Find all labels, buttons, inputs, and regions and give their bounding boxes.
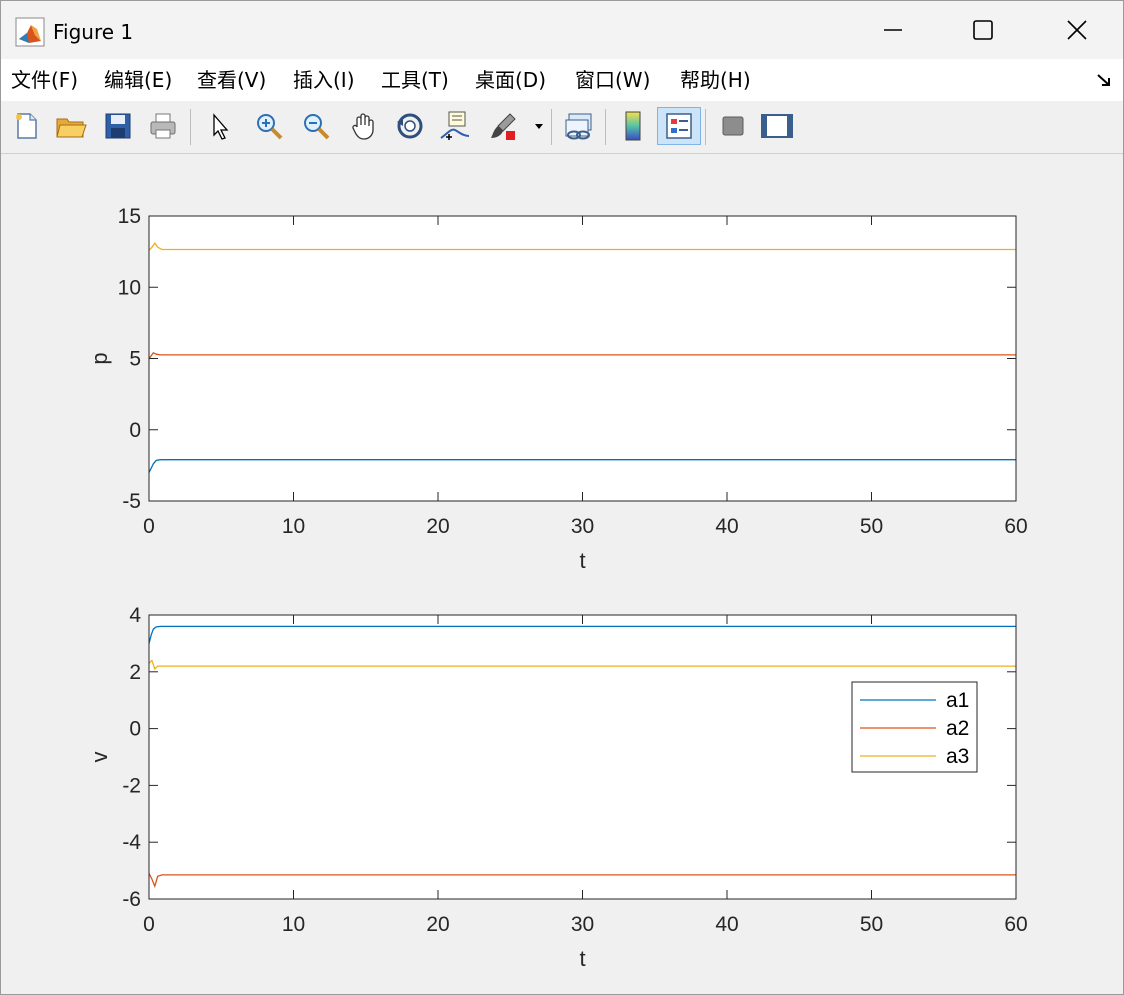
link-plot-icon xyxy=(565,113,592,140)
pan-hand-icon xyxy=(352,113,374,140)
colorbar-button[interactable] xyxy=(615,107,651,145)
show-plot-tools-icon xyxy=(761,114,793,138)
subplot-1-xtick-label: 0 xyxy=(143,515,155,538)
select-pointer-button[interactable] xyxy=(201,107,237,145)
subplot-2-xtick-label: 10 xyxy=(282,913,305,936)
menu-window[interactable]: 窗口(W) xyxy=(573,67,652,93)
dock-arrow-icon[interactable] xyxy=(1095,71,1113,89)
open-file-button[interactable] xyxy=(53,107,89,145)
close-icon xyxy=(1067,20,1087,40)
maximize-icon xyxy=(973,20,993,40)
data-cursor-button[interactable] xyxy=(437,107,473,145)
brush-button[interactable] xyxy=(485,107,521,145)
subplot-2-xtick-label: 50 xyxy=(860,913,883,936)
colorbar-icon xyxy=(625,111,641,141)
brush-icon xyxy=(491,113,516,140)
menu-file[interactable]: 文件(F) xyxy=(9,67,80,93)
chevron-down-icon xyxy=(535,124,543,129)
subplot-2-xtick-label: 30 xyxy=(571,913,594,936)
show-plot-tools-button[interactable] xyxy=(759,107,795,145)
title-bar[interactable]: Figure 1 xyxy=(1,1,1123,59)
figure-toolbar xyxy=(1,101,1123,154)
subplot-1-xtick-label: 30 xyxy=(571,515,594,538)
figure-canvas: 0 10 20 30 40 50 60 -5 0 5 10 15 t p 0 10 20 30 40 50 60 -6 -4… xyxy=(1,154,1123,994)
menu-tools[interactable]: 工具(T) xyxy=(379,67,451,93)
legend-button[interactable] xyxy=(657,107,701,145)
subplot-1-ytick-label: -5 xyxy=(122,490,141,513)
menu-view[interactable]: 查看(V) xyxy=(195,67,268,93)
subplot-2-xtick-label: 0 xyxy=(143,913,155,936)
subplot-1-xtick-label: 20 xyxy=(426,515,449,538)
subplot-1-ytick-label: 15 xyxy=(118,205,141,228)
new-figure-button[interactable] xyxy=(9,107,45,145)
figure-window: Figure 1 文件(F) 编辑(E) 查看(V) 插入(I) 工具(T) 桌… xyxy=(0,0,1124,995)
subplot-1-xlabel: t xyxy=(579,548,585,573)
link-plot-button[interactable] xyxy=(561,107,597,145)
subplot-1-ylabel: p xyxy=(87,352,112,364)
minimize-icon xyxy=(884,29,902,31)
hide-plot-tools-button[interactable] xyxy=(715,107,751,145)
subplot-2-ytick-label: 0 xyxy=(129,718,141,741)
rotate-3d-icon xyxy=(397,113,423,139)
subplot-1-ytick-label: 0 xyxy=(129,419,141,442)
rotate-3d-button[interactable] xyxy=(392,107,428,145)
zoom-out-icon xyxy=(304,114,330,140)
subplot-1-xtick-label: 10 xyxy=(282,515,305,538)
print-icon xyxy=(150,113,176,139)
zoom-in-icon xyxy=(257,114,283,140)
plots-svg: 0 10 20 30 40 50 60-5051015tp0 10 20 30 40 50 60-6-4… xyxy=(87,205,1028,971)
subplot-1-xtick-label: 60 xyxy=(1004,515,1027,538)
subplot-2-ytick-label: -2 xyxy=(122,774,141,797)
data-cursor-icon xyxy=(440,111,470,140)
subplot-2-ytick-label: -4 xyxy=(122,831,141,854)
subplot-2-xtick-label: 60 xyxy=(1004,913,1027,936)
zoom-out-button[interactable] xyxy=(298,107,334,145)
subplot-2-ytick-label: -6 xyxy=(122,888,141,911)
subplot-1-xtick-label: 40 xyxy=(715,515,738,538)
new-figure-icon xyxy=(16,113,37,139)
matlab-logo-icon xyxy=(15,17,45,47)
legend-icon xyxy=(666,113,692,139)
menu-edit[interactable]: 编辑(E) xyxy=(102,67,174,93)
open-file-icon xyxy=(56,118,87,138)
subplot-2-xlabel: t xyxy=(579,946,585,971)
subplot-1-ytick-label: 5 xyxy=(129,348,141,371)
hide-plot-tools-icon xyxy=(722,116,744,136)
select-pointer-icon xyxy=(213,113,229,140)
subplot-1-plot-area xyxy=(149,216,1016,501)
toolbar-separator xyxy=(705,109,706,145)
close-button[interactable] xyxy=(1031,1,1123,59)
subplot-2-ytick-label: 4 xyxy=(129,604,141,627)
subplot-1-xtick-label: 50 xyxy=(860,515,883,538)
window-title: Figure 1 xyxy=(53,20,134,44)
subplot-2-ylabel: v xyxy=(87,752,112,763)
maximize-button[interactable] xyxy=(937,1,1029,59)
brush-dropdown-button[interactable] xyxy=(531,107,547,145)
menu-help[interactable]: 帮助(H) xyxy=(678,67,753,93)
subplot-2-xtick-label: 40 xyxy=(715,913,738,936)
legend-label-a2: a2 xyxy=(946,717,969,740)
minimize-button[interactable] xyxy=(847,1,939,59)
zoom-in-button[interactable] xyxy=(251,107,287,145)
print-button[interactable] xyxy=(145,107,181,145)
legend-label-a1: a1 xyxy=(946,689,969,712)
legend-label-a3: a3 xyxy=(946,745,969,768)
toolbar-separator xyxy=(190,109,191,145)
toolbar-separator xyxy=(605,109,606,145)
subplot-2-ytick-label: 2 xyxy=(129,661,141,684)
save-icon xyxy=(105,113,131,139)
menu-bar: 文件(F) 编辑(E) 查看(V) 插入(I) 工具(T) 桌面(D) 窗口(W… xyxy=(1,59,1123,102)
menu-desktop[interactable]: 桌面(D) xyxy=(473,67,548,93)
subplot-2-xtick-label: 20 xyxy=(426,913,449,936)
pan-button[interactable] xyxy=(345,107,381,145)
save-button[interactable] xyxy=(100,107,136,145)
toolbar-separator xyxy=(551,109,552,145)
menu-insert[interactable]: 插入(I) xyxy=(291,67,357,93)
subplot-1-ytick-label: 10 xyxy=(118,276,141,299)
